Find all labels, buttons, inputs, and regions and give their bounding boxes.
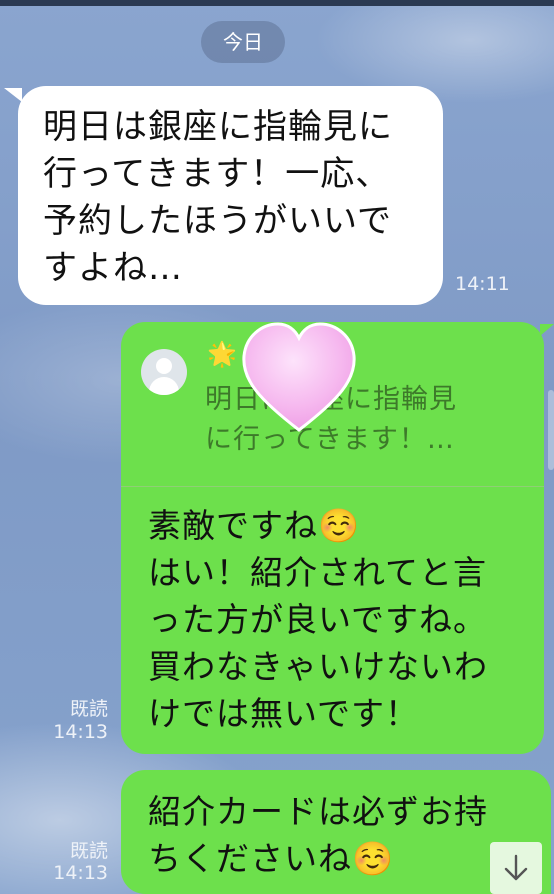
heart-sticker xyxy=(240,318,358,436)
star-icon: 🌟 xyxy=(207,340,237,368)
avatar xyxy=(141,349,187,395)
outgoing-message-bubble[interactable]: 紹介カードは必ずお持 ちくださいね☺️ xyxy=(121,770,551,894)
status-bar xyxy=(0,0,554,6)
read-receipt: 既読 xyxy=(69,698,108,720)
message-text: 素敵ですね☺️ はい！紹介されてと言 った方が良いですね。 買わなきゃいけないわ… xyxy=(148,506,488,733)
incoming-message-bubble[interactable]: 明日は銀座に指輪見に 行ってきます！一応、 予約したほうがいいで すよね… xyxy=(4,86,443,305)
arrow-down-icon xyxy=(504,854,528,881)
message-time: 14:13 xyxy=(53,721,108,743)
message-text: 明日は銀座に指輪見に 行ってきます！一応、 予約したほうがいいで すよね… xyxy=(43,107,393,288)
message-text: 紹介カードは必ずお持 ちくださいね☺️ xyxy=(148,792,488,878)
bubble-tail xyxy=(4,88,22,102)
reply-divider xyxy=(121,486,544,487)
message-time: 14:11 xyxy=(455,273,510,295)
scroll-down-button[interactable] xyxy=(490,842,542,894)
scroll-indicator xyxy=(548,390,554,470)
message-time: 14:13 xyxy=(53,862,108,884)
date-separator: 今日 xyxy=(201,21,285,63)
read-receipt: 既読 xyxy=(69,840,108,862)
heart-icon xyxy=(242,322,356,432)
